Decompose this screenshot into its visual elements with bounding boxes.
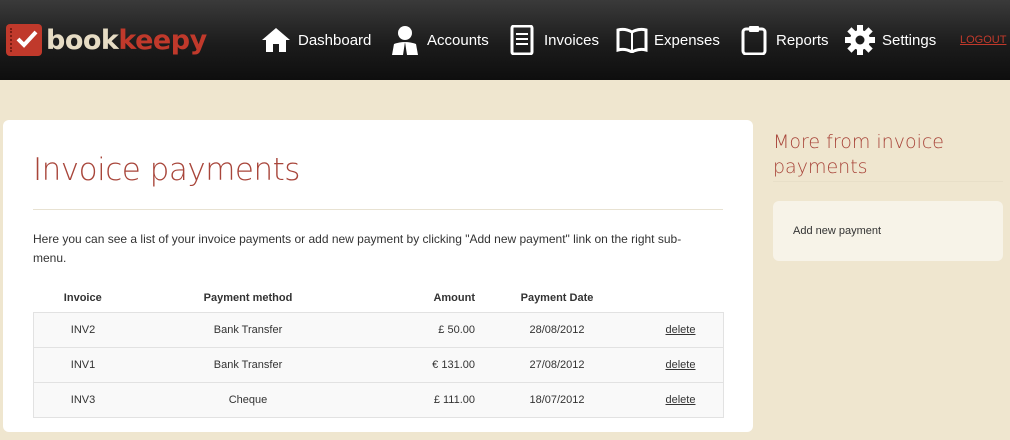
- nav-dashboard[interactable]: Dashboard: [260, 20, 371, 60]
- top-navigation-bar: bookkeepy Dashboard Accounts Invoices Ex…: [0, 0, 1010, 80]
- table-header-row: Invoice Payment method Amount Payment Da…: [34, 284, 724, 313]
- column-header-amount: Amount: [433, 292, 475, 304]
- delete-link[interactable]: delete: [666, 394, 696, 406]
- document-icon: [506, 24, 538, 56]
- cell-amount: £ 50.00: [364, 312, 476, 348]
- cell-method: Cheque: [132, 382, 364, 418]
- cell-method: Bank Transfer: [132, 347, 364, 383]
- cell-actions: delete: [638, 382, 724, 418]
- book-icon: [616, 24, 648, 56]
- cell-invoice: INV2: [33, 312, 132, 348]
- cell-actions: delete: [638, 312, 724, 348]
- nav-reports[interactable]: Reports: [738, 20, 829, 60]
- cell-amount: € 131.00: [364, 347, 476, 383]
- column-header-method: Payment method: [203, 292, 293, 304]
- nav-label: Settings: [882, 31, 937, 49]
- sidebar-submenu: Add new payment: [773, 201, 1003, 261]
- table-row: INV1 Bank Transfer € 131.00 27/08/2012 d…: [33, 347, 724, 383]
- intro-text: Here you can see a list of your invoice …: [33, 232, 682, 265]
- nav-label: Reports: [776, 31, 829, 49]
- sidebar-divider: [773, 181, 1003, 182]
- logout-link[interactable]: LOGOUT: [960, 34, 1006, 46]
- cell-date: 18/07/2012: [476, 382, 638, 418]
- column-header-invoice: Invoice: [63, 292, 102, 304]
- column-header-actions: [638, 284, 724, 313]
- nav-label: Accounts: [427, 31, 489, 49]
- nav-accounts[interactable]: Accounts: [389, 20, 489, 60]
- cell-invoice: INV1: [33, 347, 132, 383]
- cell-date: 27/08/2012: [476, 347, 638, 383]
- main-content-panel: Invoice payments Here you can see a list…: [3, 120, 753, 432]
- table-row: INV2 Bank Transfer £ 50.00 28/08/2012 de…: [33, 312, 724, 348]
- nav-label: Invoices: [544, 31, 600, 49]
- logo-check-icon: [6, 24, 42, 56]
- nav-label: Expenses: [654, 31, 720, 49]
- payments-table: Invoice Payment method Amount Payment Da…: [33, 284, 724, 418]
- table-row: INV3 Cheque £ 111.00 18/07/2012 delete: [33, 382, 724, 418]
- nav-expenses[interactable]: Expenses: [616, 20, 720, 60]
- nav-settings[interactable]: Settings: [844, 20, 936, 60]
- home-icon: [260, 24, 292, 56]
- cell-actions: delete: [638, 347, 724, 383]
- brand-name: bookkeepy: [46, 24, 207, 56]
- gear-icon: [844, 24, 876, 56]
- brand-logo[interactable]: bookkeepy: [6, 20, 207, 60]
- cell-date: 28/08/2012: [476, 312, 638, 348]
- nav-invoices[interactable]: Invoices: [506, 20, 599, 60]
- cell-invoice: INV3: [33, 382, 132, 418]
- add-new-payment-link[interactable]: Add new payment: [793, 225, 881, 237]
- sidebar-title: More from invoice payments: [773, 131, 944, 178]
- column-header-date: Payment Date: [520, 292, 594, 304]
- cell-amount: £ 111.00: [364, 382, 476, 418]
- clipboard-icon: [738, 24, 770, 56]
- delete-link[interactable]: delete: [666, 359, 696, 371]
- cell-method: Bank Transfer: [132, 312, 364, 348]
- page-title: Invoice payments: [33, 152, 300, 188]
- nav-label: Dashboard: [298, 31, 372, 49]
- delete-link[interactable]: delete: [666, 324, 696, 336]
- user-icon: [389, 24, 421, 56]
- title-divider: [33, 209, 723, 210]
